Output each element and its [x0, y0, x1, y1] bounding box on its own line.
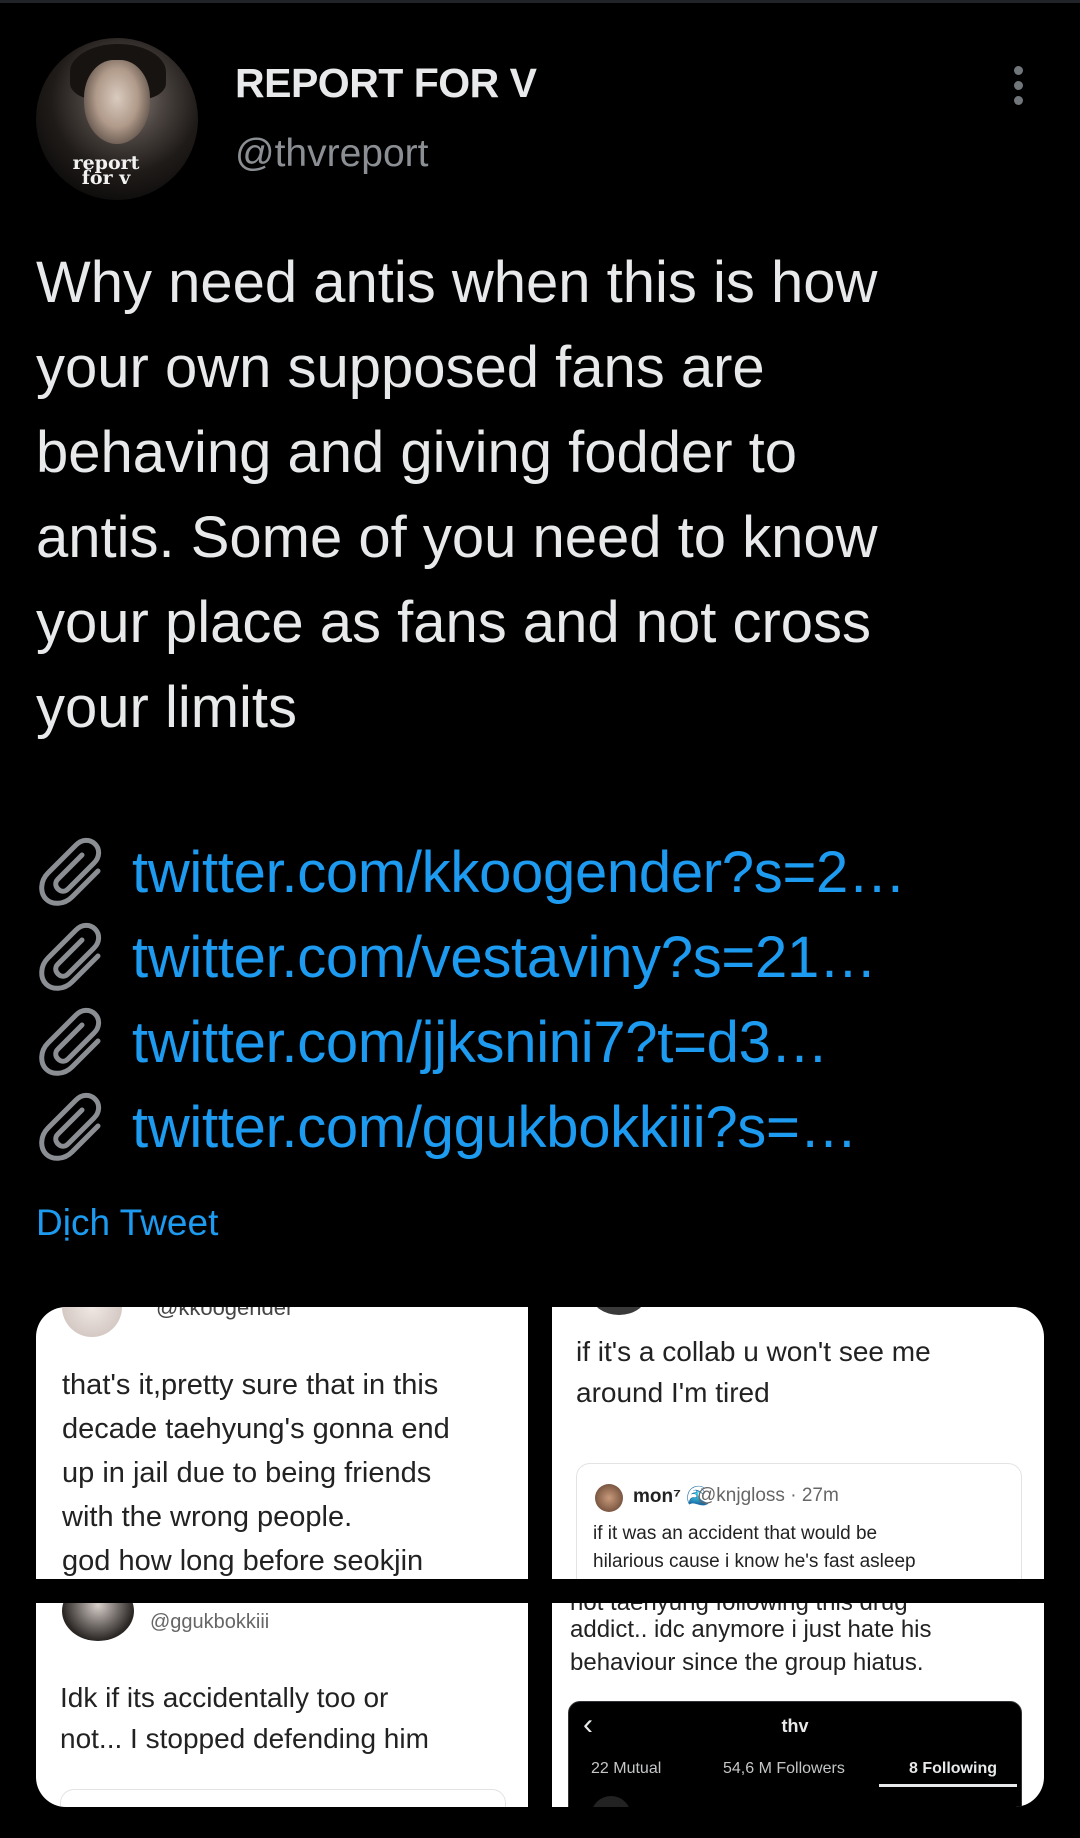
translate-tweet-link[interactable]: Dịch Tweet — [36, 1202, 218, 1244]
quoted-meta: @knjgloss · 27m — [697, 1485, 839, 1506]
author-avatar[interactable]: report for v — [36, 38, 198, 200]
profile-title: thv — [781, 1716, 809, 1736]
paperclip-icon — [39, 1092, 102, 1161]
link-text[interactable]: twitter.com/kkoogender?s=2… — [132, 839, 906, 906]
top-divider — [0, 0, 1080, 3]
media-grid: @kkoogender that's it,pretty sure that i… — [36, 1307, 1044, 1807]
avatar-face — [84, 60, 150, 144]
screenshot-text: if it's a collab u won't see me around I… — [576, 1336, 931, 1408]
tweet-text: Why need antis when this is how your own… — [36, 250, 878, 740]
media-image-2[interactable]: if it's a collab u won't see me around I… — [552, 1307, 1044, 1579]
link-text[interactable]: twitter.com/jjksnini7?t=d3… — [132, 1009, 829, 1076]
more-options-icon[interactable] — [1000, 64, 1040, 108]
active-tab-indicator — [879, 1784, 1017, 1787]
screenshot-text: addict.. idc anymore i just hate his beh… — [570, 1616, 932, 1676]
screenshot-card-edge — [60, 1789, 506, 1807]
media-image-3[interactable]: @ggukbokkiii Idk if its accidentally too… — [36, 1603, 528, 1807]
cropped-avatar — [591, 1796, 631, 1807]
cropped-handle: @kkoogender — [156, 1307, 294, 1320]
author-display-name[interactable]: REPORT FOR V — [235, 60, 537, 107]
cropped-avatar — [592, 1307, 646, 1315]
screenshot-handle: @ggukbokkiii — [150, 1611, 270, 1633]
paperclip-icon — [39, 1007, 102, 1076]
screenshot-text: Idk if its accidentally too or not... I … — [60, 1682, 429, 1754]
mutual-tab: 22 Mutual — [591, 1760, 662, 1777]
followers-tab: 54,6 M Followers — [723, 1760, 845, 1777]
avatar-logo-text: report for v — [72, 152, 140, 189]
quoted-tweet: mon⁷ 🌊 @knjgloss · 27m if it was an acci… — [576, 1463, 1022, 1579]
embedded-profile: ‹ thv 22 Mutual 54,6 M Followers 8 Follo… — [568, 1701, 1022, 1807]
paperclip-icon — [39, 922, 102, 991]
link-text[interactable]: twitter.com/vestaviny?s=21… — [132, 924, 877, 991]
screenshot-text: that's it,pretty sure that in this decad… — [62, 1369, 450, 1577]
cropped-avatar — [62, 1307, 122, 1337]
link-row[interactable]: twitter.com/vestaviny?s=21… — [36, 915, 1066, 1000]
link-row[interactable]: twitter.com/kkoogender?s=2… — [36, 830, 1066, 915]
paperclip-icon — [39, 837, 102, 906]
following-tab: 8 Following — [909, 1760, 997, 1777]
media-image-4[interactable]: not taehyung following this drug addict.… — [552, 1603, 1044, 1807]
quoted-avatar — [595, 1484, 623, 1512]
link-row[interactable]: twitter.com/jjksnini7?t=d3… — [36, 1000, 1066, 1085]
cropped-avatar — [62, 1603, 134, 1641]
author-handle[interactable]: @thvreport — [235, 132, 429, 176]
media-image-1[interactable]: @kkoogender that's it,pretty sure that i… — [36, 1307, 528, 1579]
quoted-text: if it was an accident that would be hila… — [593, 1523, 916, 1572]
tweet-links: twitter.com/kkoogender?s=2… twitter.com/… — [36, 830, 1066, 1170]
link-row[interactable]: twitter.com/ggukbokkiii?s=… — [36, 1085, 1066, 1170]
link-text[interactable]: twitter.com/ggukbokkiii?s=… — [132, 1094, 858, 1161]
